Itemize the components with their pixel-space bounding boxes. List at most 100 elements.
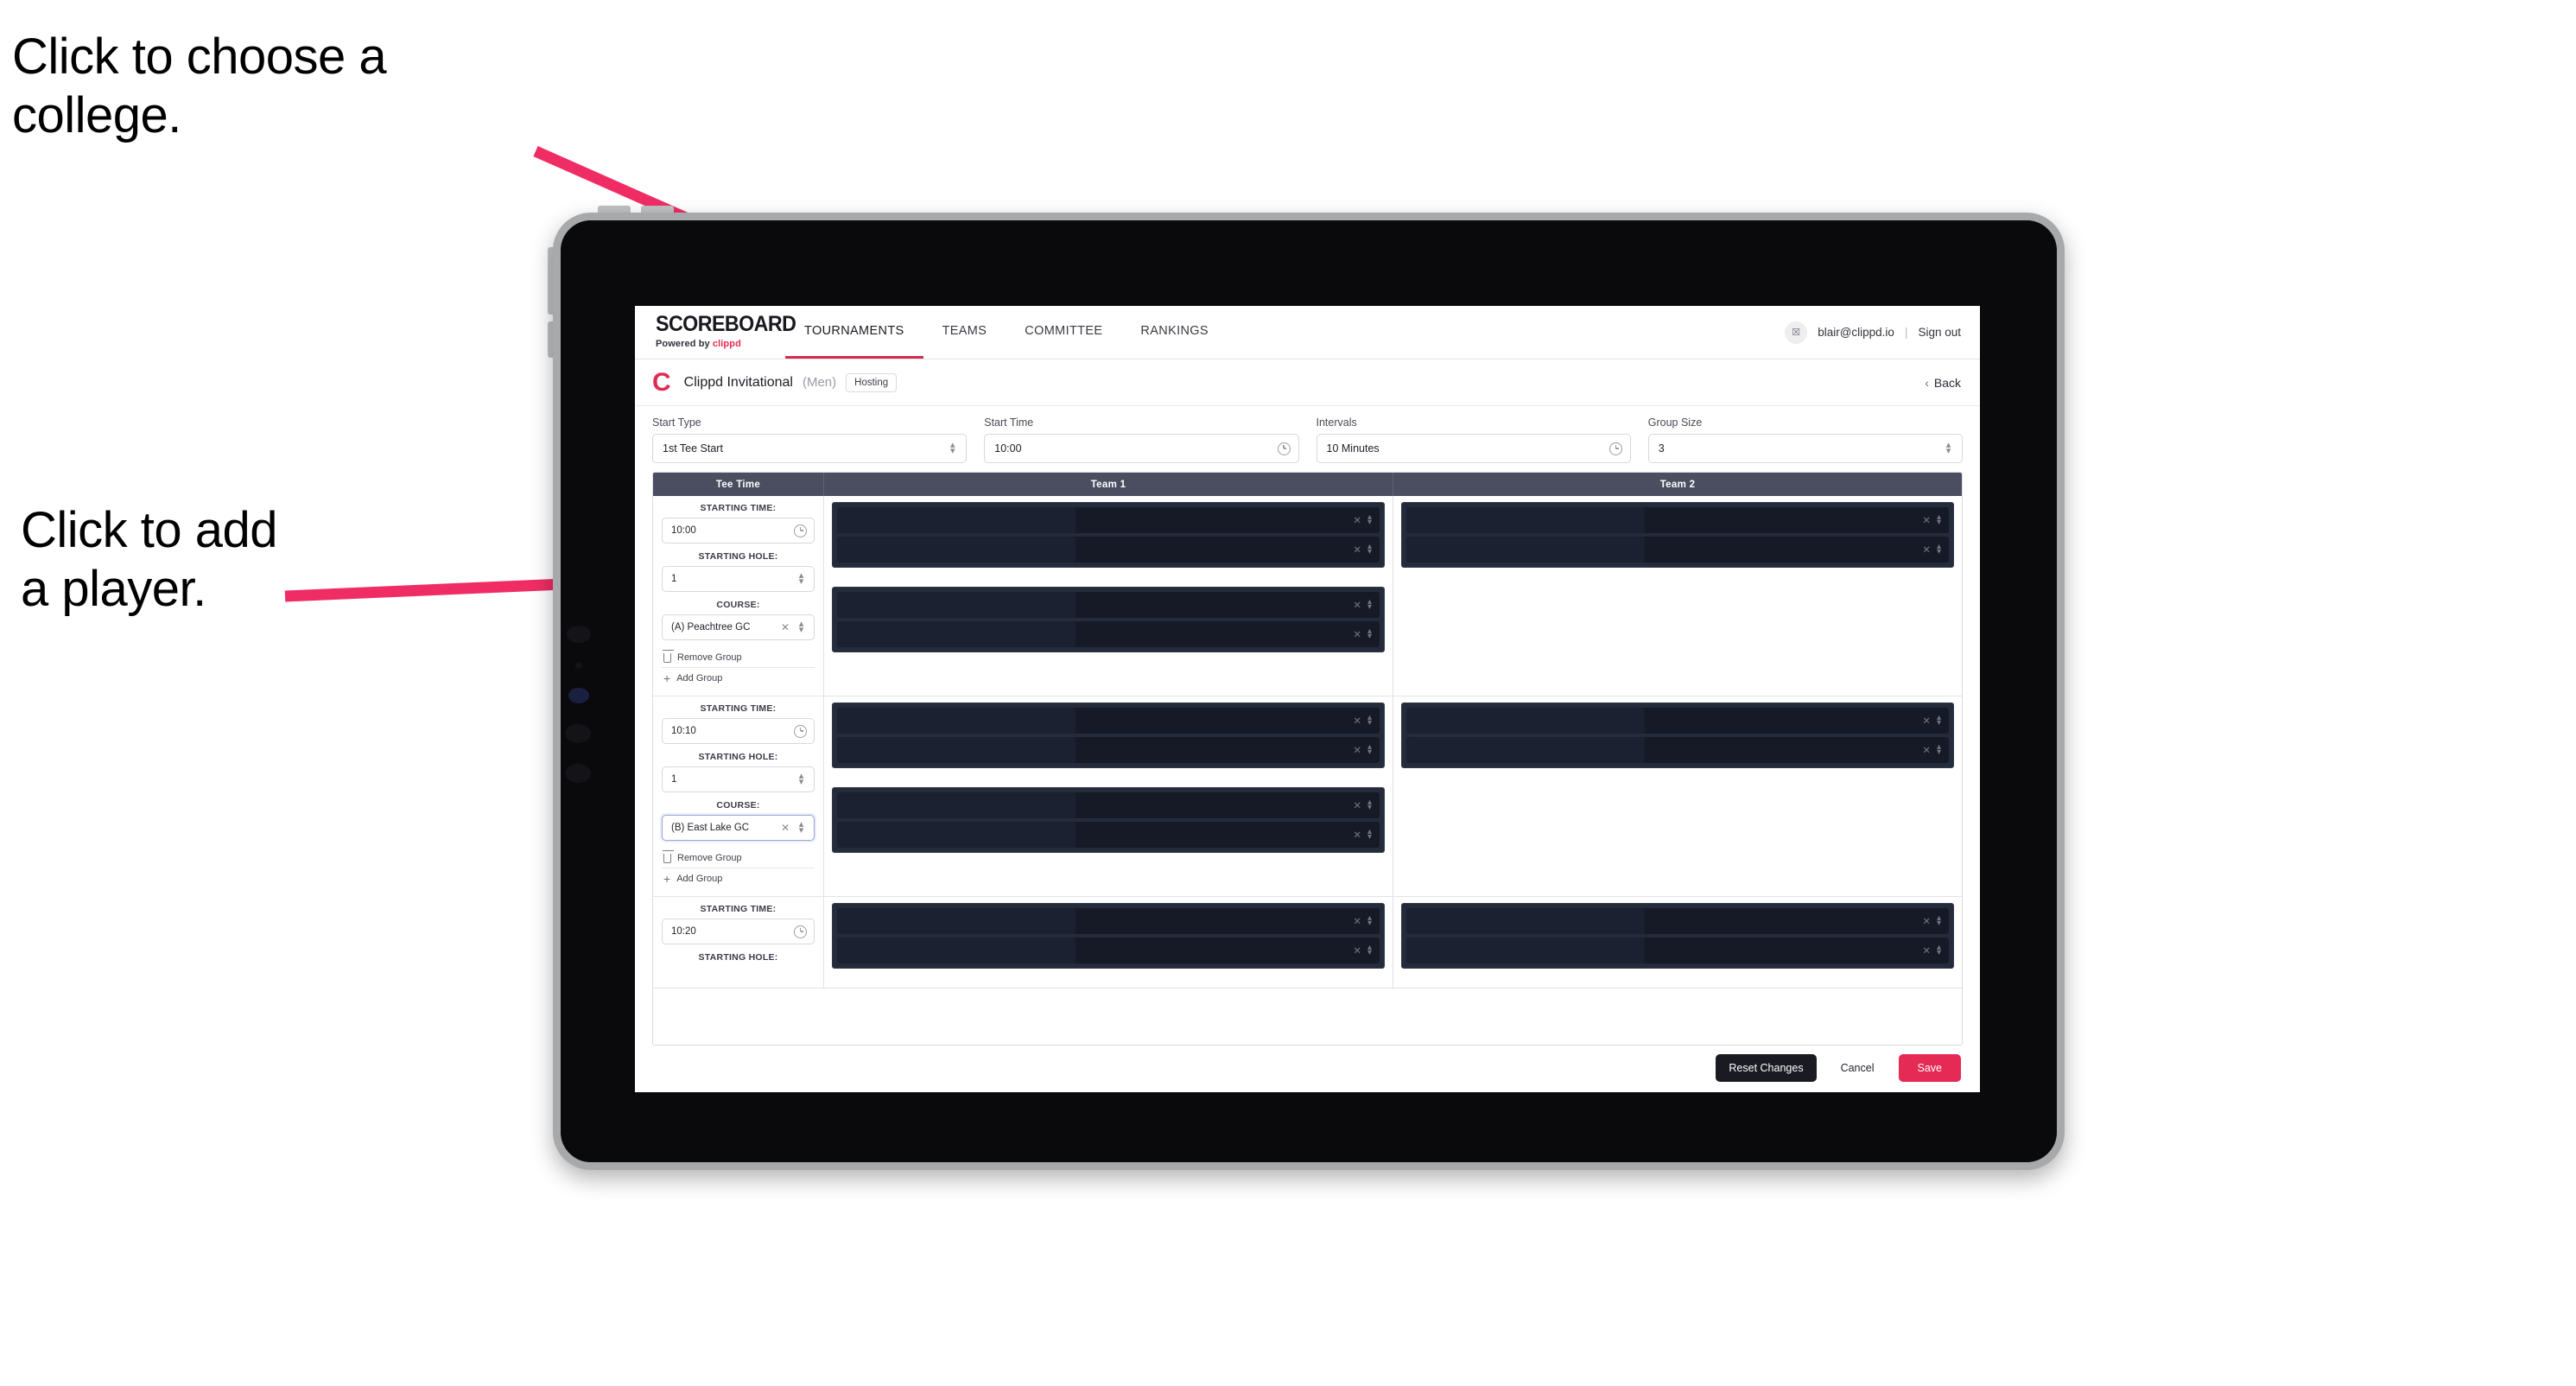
back-button[interactable]: ‹ Back — [1925, 376, 1961, 390]
clock-icon[interactable] — [794, 524, 807, 537]
remove-player-icon[interactable]: ✕ — [1353, 599, 1361, 611]
chevron-updown-icon[interactable]: ▴ ▾ — [796, 571, 807, 587]
start-time-input[interactable]: 10:00 — [984, 434, 1299, 463]
remove-player-icon[interactable]: ✕ — [1922, 915, 1931, 927]
starting-time-input[interactable]: 10:00 — [662, 518, 815, 544]
chevron-updown-icon[interactable]: ▴ ▾ — [1937, 512, 1941, 527]
chevron-updown-icon[interactable]: ▴ ▾ — [1937, 542, 1941, 556]
group-size-stepper[interactable]: 3 ▴ ▾ — [1647, 434, 1963, 463]
player-slot[interactable]: ✕ ▴ ▾ — [837, 792, 1380, 818]
clock-icon[interactable] — [794, 724, 807, 738]
player-name-redacted — [1406, 737, 1646, 763]
nav-tab-committee[interactable]: COMMITTEE — [1006, 306, 1121, 359]
remove-group-button[interactable]: Remove Group — [662, 849, 815, 868]
player-slot[interactable]: ✕ ▴ ▾ — [837, 621, 1380, 647]
player-slot[interactable]: ✕ ▴ ▾ — [837, 938, 1380, 963]
remove-player-icon[interactable]: ✕ — [1353, 514, 1361, 526]
player-slot[interactable]: ✕ ▴ ▾ — [837, 822, 1380, 848]
chevron-down-icon: ▾ — [798, 825, 804, 836]
remove-player-icon[interactable]: ✕ — [1922, 744, 1931, 756]
remove-group-button[interactable]: Remove Group — [662, 648, 815, 668]
sign-out-link[interactable]: Sign out — [1918, 326, 1961, 339]
remove-player-icon[interactable]: ✕ — [1353, 544, 1361, 556]
starting-hole-label: STARTING HOLE: — [698, 752, 778, 762]
clock-icon[interactable] — [794, 925, 807, 938]
nav-tab-tournaments[interactable]: TOURNAMENTS — [785, 306, 923, 359]
player-slot[interactable]: ✕ ▴ ▾ — [1406, 938, 1949, 963]
app-viewport: SCOREBOARD Powered by clippd TOURNAMENTS… — [635, 306, 1980, 1092]
chevron-updown-icon[interactable]: ▴ ▾ — [1367, 913, 1372, 928]
remove-player-icon[interactable]: ✕ — [1353, 628, 1361, 640]
nav-tab-teams[interactable]: TEAMS — [923, 306, 1006, 359]
clear-course-icon[interactable]: ✕ — [781, 822, 790, 834]
chevron-updown-icon[interactable]: ▴ ▾ — [796, 772, 807, 787]
remove-player-icon[interactable]: ✕ — [1922, 514, 1931, 526]
chevron-updown-icon[interactable]: ▴ ▾ — [1936, 943, 1941, 957]
chevron-updown-icon[interactable]: ▴ ▾ — [1937, 713, 1941, 728]
reset-changes-button[interactable]: Reset Changes — [1716, 1054, 1817, 1082]
save-button[interactable]: Save — [1898, 1054, 1961, 1082]
back-label: Back — [1933, 375, 1961, 390]
chevron-updown-icon[interactable]: ▴ ▾ — [1367, 798, 1372, 812]
chevron-updown-icon[interactable]: ▴ ▾ — [1367, 827, 1372, 842]
player-slot[interactable]: ✕ ▴ ▾ — [837, 507, 1380, 533]
clock-icon[interactable] — [1608, 442, 1622, 455]
brand-logo[interactable]: SCOREBOARD Powered by clippd — [635, 306, 796, 359]
brand-wordmark: SCOREBOARD — [656, 312, 796, 336]
chevron-updown-icon[interactable]: ▴ ▾ — [947, 441, 958, 456]
remove-player-icon[interactable]: ✕ — [1922, 544, 1931, 556]
chevron-updown-icon[interactable]: ▴ ▾ — [1367, 626, 1372, 641]
starting-time-input[interactable]: 10:10 — [662, 718, 815, 744]
chevron-updown-icon[interactable]: ▴ ▾ — [1937, 913, 1941, 928]
course-select[interactable]: (B) East Lake GC ✕ ▴ ▾ — [662, 815, 815, 841]
player-slot[interactable]: ✕ ▴ ▾ — [837, 537, 1380, 563]
chevron-updown-icon[interactable]: ▴ ▾ — [796, 620, 807, 635]
chevron-updown-icon[interactable]: ▴ ▾ — [1367, 742, 1372, 757]
player-slot[interactable]: ✕ ▴ ▾ — [1406, 908, 1949, 934]
chevron-down-icon: ▾ — [798, 777, 804, 787]
player-slot-icons: ✕ ▴ ▾ — [1353, 913, 1372, 928]
chevron-updown-icon[interactable]: ▴ ▾ — [1367, 542, 1372, 556]
remove-player-icon[interactable]: ✕ — [1353, 799, 1361, 811]
clear-course-icon[interactable]: ✕ — [781, 621, 790, 633]
chevron-down-icon: ▾ — [798, 576, 804, 587]
chevron-updown-icon[interactable]: ▴ ▾ — [1943, 441, 1954, 456]
chevron-updown-icon[interactable]: ▴ ▾ — [1367, 713, 1372, 728]
remove-player-icon[interactable]: ✕ — [1353, 944, 1361, 957]
remove-player-icon[interactable]: ✕ — [1922, 715, 1931, 727]
player-slot[interactable]: ✕ ▴ ▾ — [1406, 507, 1949, 533]
chevron-updown-icon[interactable]: ▴ ▾ — [1367, 597, 1372, 612]
remove-player-icon[interactable]: ✕ — [1353, 715, 1361, 727]
player-slot-icons: ✕ ▴ ▾ — [1353, 943, 1372, 957]
remove-player-icon[interactable]: ✕ — [1353, 915, 1361, 927]
chevron-updown-icon[interactable]: ▴ ▾ — [1937, 742, 1941, 757]
clock-icon[interactable] — [1277, 442, 1291, 455]
player-slot[interactable]: ✕ ▴ ▾ — [837, 592, 1380, 618]
start-type-select[interactable]: 1st Tee Start ▴ ▾ — [652, 434, 968, 463]
chevron-down-icon: ▾ — [1936, 948, 1941, 957]
chevron-updown-icon[interactable]: ▴ ▾ — [1367, 512, 1372, 527]
player-slot[interactable]: ✕ ▴ ▾ — [1406, 708, 1949, 734]
starting-time-input[interactable]: 10:20 — [662, 919, 815, 944]
add-group-button[interactable]: + Add Group — [662, 668, 815, 689]
chevron-updown-icon[interactable]: ▴ ▾ — [1367, 943, 1372, 957]
nav-tab-rankings[interactable]: RANKINGS — [1121, 306, 1228, 359]
starting-hole-stepper[interactable]: 1 ▴ ▾ — [662, 566, 815, 592]
remove-player-icon[interactable]: ✕ — [1353, 744, 1361, 756]
control-group-size: Group Size 3 ▴ ▾ — [1647, 416, 1963, 463]
chevron-down-icon: ▾ — [1367, 919, 1372, 928]
player-slot[interactable]: ✕ ▴ ▾ — [837, 737, 1380, 763]
add-group-button[interactable]: + Add Group — [662, 868, 815, 889]
cancel-button[interactable]: Cancel — [1830, 1054, 1885, 1082]
starting-hole-stepper[interactable]: 1 ▴ ▾ — [662, 766, 815, 792]
chevron-updown-icon[interactable]: ▴ ▾ — [796, 820, 807, 836]
player-slot[interactable]: ✕ ▴ ▾ — [837, 908, 1380, 934]
player-slot[interactable]: ✕ ▴ ▾ — [1406, 537, 1949, 563]
player-slot[interactable]: ✕ ▴ ▾ — [837, 708, 1380, 734]
remove-player-icon[interactable]: ✕ — [1353, 829, 1361, 841]
course-select[interactable]: (A) Peachtree GC ✕ ▴ ▾ — [662, 614, 815, 640]
remove-player-icon[interactable]: ✕ — [1922, 944, 1931, 957]
avatar[interactable]: ☒ — [1785, 321, 1808, 344]
intervals-input[interactable]: 10 Minutes — [1316, 434, 1631, 463]
player-slot[interactable]: ✕ ▴ ▾ — [1406, 737, 1949, 763]
